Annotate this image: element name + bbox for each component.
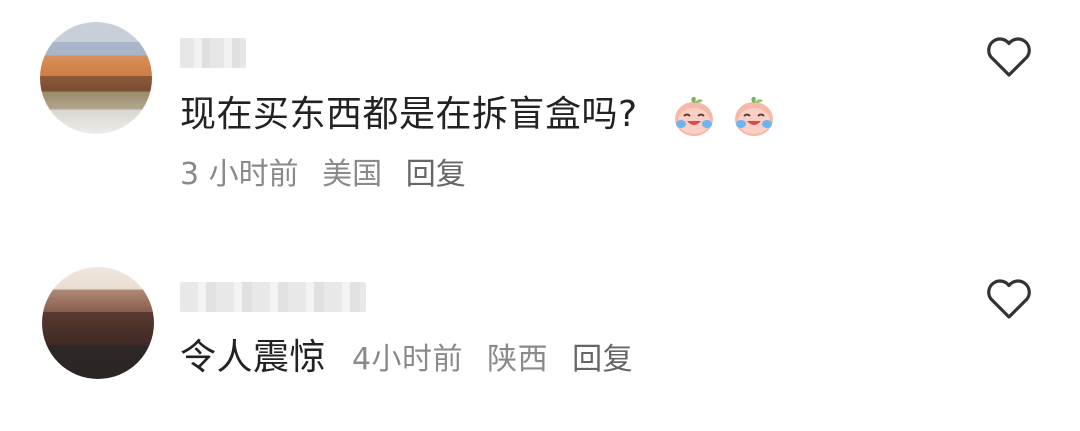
reply-button[interactable]: 回复 xyxy=(406,157,466,192)
comment-body: 令人震惊 xyxy=(180,337,327,378)
comment-body: 现在买东西都是在拆盲盒吗? xyxy=(180,94,638,135)
timestamp: 3 小时前 xyxy=(180,157,299,192)
crying-laughing-peach-icon xyxy=(734,96,773,136)
timestamp: 4小时前 xyxy=(351,342,464,377)
comment-item: 令人震惊 4小时前 陕西 回复 xyxy=(0,215,1080,431)
reply-button[interactable]: 回复 xyxy=(572,342,633,377)
username-blurred[interactable] xyxy=(180,282,366,312)
avatar[interactable] xyxy=(42,267,154,379)
location: 陕西 xyxy=(487,342,549,377)
comment-meta: 4小时前 陕西 回复 xyxy=(352,342,647,377)
comment-item: 现在买东西都是在拆盲盒吗? 3 小时前 美国 回复 xyxy=(0,0,1080,215)
emoji-group xyxy=(668,93,776,138)
heart-outline-icon[interactable] xyxy=(985,278,1033,320)
avatar[interactable] xyxy=(40,22,152,134)
location: 美国 xyxy=(322,157,383,192)
username-blurred[interactable] xyxy=(180,38,246,68)
comment-text: 现在买东西都是在拆盲盒吗? xyxy=(180,93,776,138)
heart-outline-icon[interactable] xyxy=(985,36,1033,78)
comment-text: 令人震惊 4小时前 陕西 回复 xyxy=(180,336,647,382)
crying-laughing-peach-icon xyxy=(674,96,713,136)
comment-meta: 3 小时前 美国 回复 xyxy=(180,156,480,194)
